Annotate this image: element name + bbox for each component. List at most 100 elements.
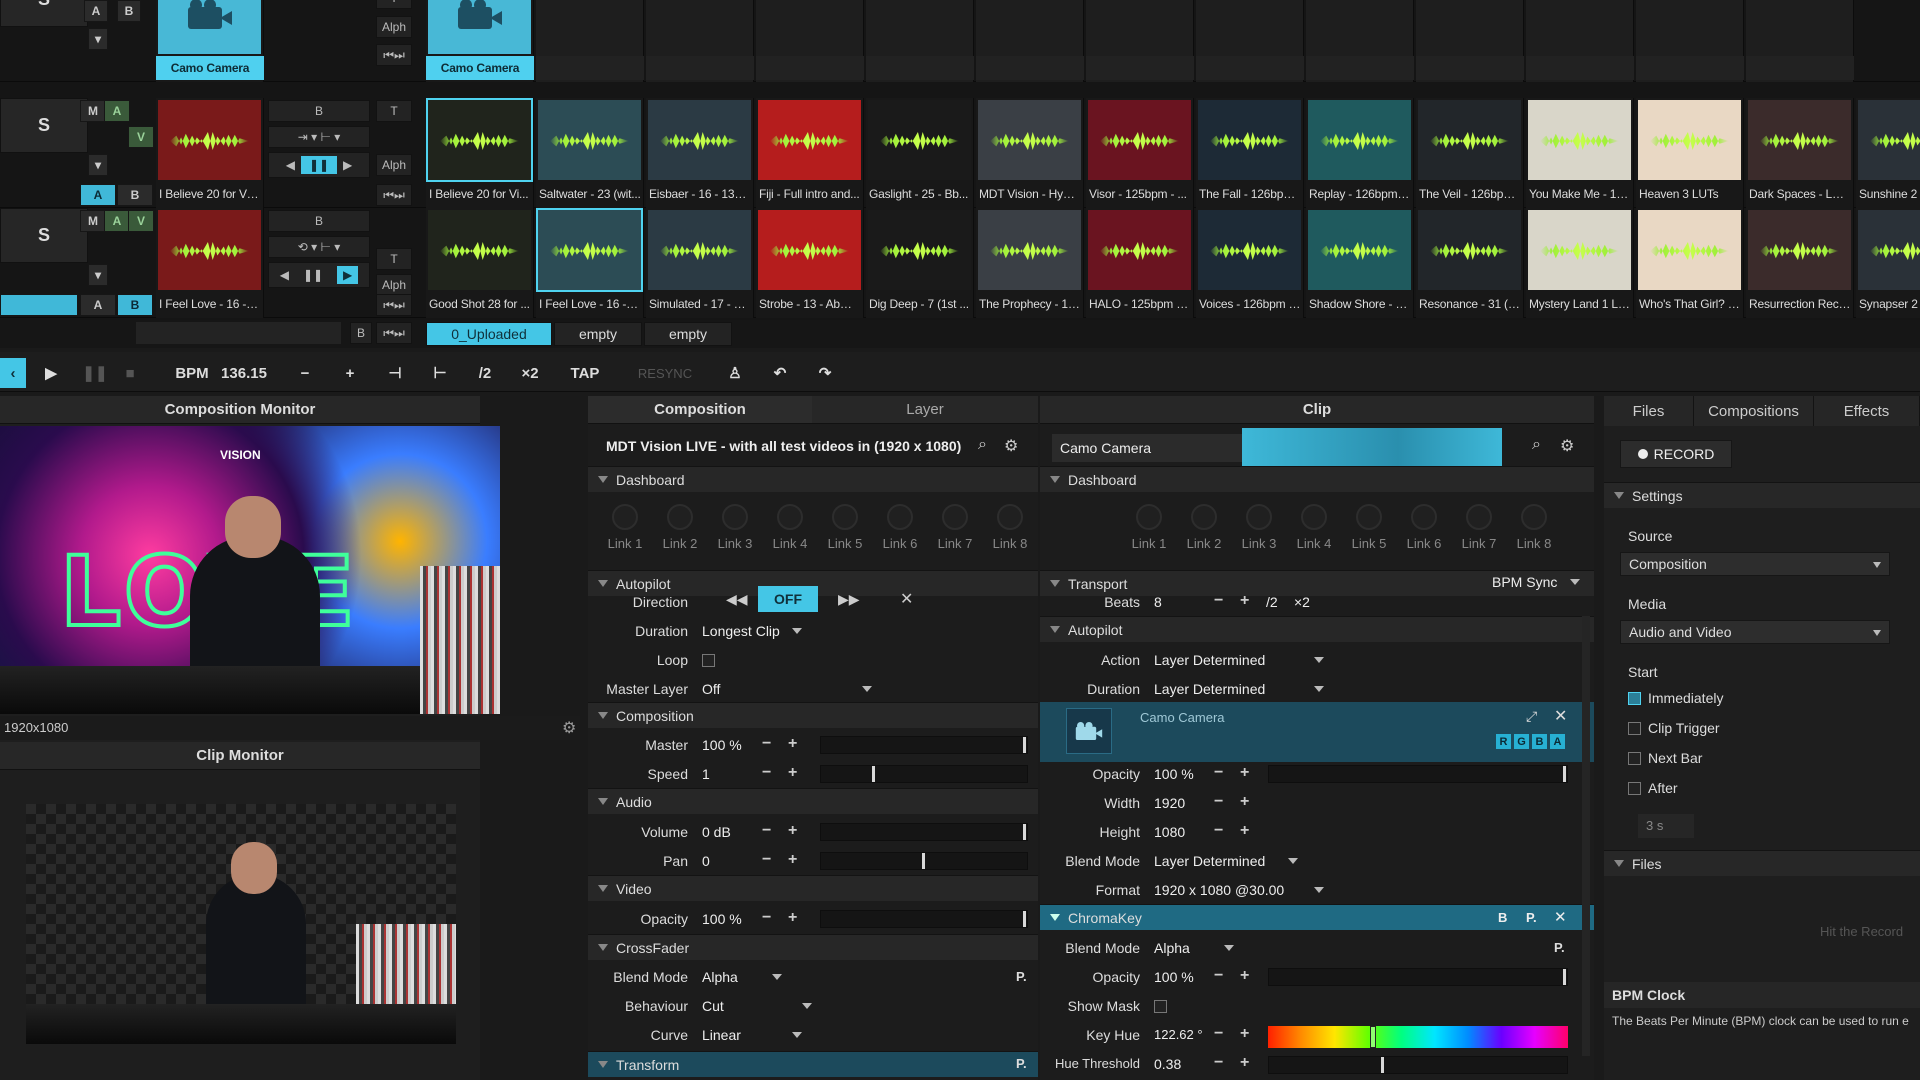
empty-clip-slot[interactable] [1306,0,1414,82]
param-p-button[interactable]: P. [1016,1056,1027,1071]
transition-b[interactable]: B [268,100,370,122]
opacity-value[interactable]: 100 % [1154,766,1194,782]
empty-clip-slot[interactable] [1636,0,1744,82]
speed-value[interactable]: 1 [702,766,710,782]
link-knob[interactable] [1521,504,1547,530]
layer-dropdown[interactable]: ▾ [88,154,108,176]
ck-opacity-minus[interactable]: − [1214,967,1223,985]
volume-slider[interactable] [820,823,1028,841]
resync-button[interactable]: RESYNC [630,358,700,388]
link-knob[interactable] [1246,504,1272,530]
column-b-button[interactable]: B [350,322,372,344]
gear-icon[interactable]: ⚙ [562,718,576,738]
volume-minus[interactable]: − [762,822,771,840]
hue-threshold-plus[interactable]: + [1240,1054,1249,1072]
opacity-plus[interactable]: + [788,909,797,927]
opacity-value[interactable]: 100 % [702,911,742,927]
volume-plus[interactable]: + [788,822,797,840]
height-minus[interactable]: − [1214,822,1223,840]
empty-clip-slot[interactable] [646,0,754,82]
empty-clip-slot[interactable] [1086,0,1194,82]
empty-clip-slot[interactable] [536,0,644,82]
clip-slot[interactable]: Resurrection Reca... [1746,208,1854,318]
action-dropdown[interactable]: Layer Determined [1154,652,1324,668]
play-controls[interactable]: ◀ ❚❚ ▶ [268,262,370,288]
close-icon[interactable]: ✕ [1554,706,1567,726]
key-hue-value[interactable]: 122.62 ° [1154,1027,1203,1042]
slider-handle[interactable] [1023,737,1026,753]
audio-toggle[interactable]: A [104,210,130,232]
pan-minus[interactable]: − [762,851,771,869]
ab-a[interactable]: A [80,184,116,206]
direction-controls[interactable]: ⇥ ▾ ⊢ ▾ [268,126,370,148]
section-dashboard[interactable]: Dashboard [588,466,1038,492]
ab-a[interactable]: A [80,294,116,316]
height-value[interactable]: 1080 [1154,824,1185,840]
link-knob[interactable] [612,504,638,530]
ck-blend-dropdown[interactable]: Alpha [1154,940,1234,956]
curve-dropdown[interactable]: Linear [702,1027,802,1043]
pause-icon[interactable]: ❚❚ [80,358,110,388]
pan-value[interactable]: 0 [702,853,710,869]
duration-dropdown[interactable]: Layer Determined [1154,681,1324,697]
source-dropdown[interactable]: Composition [1620,552,1890,576]
clip-slot[interactable]: Dark Spaces - LUT... [1746,98,1854,208]
empty-clip-slot[interactable] [976,0,1084,82]
pan-slider[interactable] [820,852,1028,870]
clip-slot[interactable]: Resonance - 31 (Fi... [1416,208,1524,318]
duration-dropdown[interactable]: Longest Clip [702,623,802,639]
section-crossfader[interactable]: CrossFader [588,934,1038,960]
group-tab[interactable]: empty [554,322,642,346]
master-layer-dropdown[interactable]: Off [702,681,872,697]
gear-icon[interactable]: ⚙ [1004,436,1018,456]
section-settings[interactable]: Settings [1604,482,1920,508]
clip-slot[interactable]: Visor - 125bpm - ... [1086,98,1194,208]
ab-b[interactable]: B [117,184,153,206]
empty-clip-slot[interactable] [1416,0,1524,82]
ck-opacity-plus[interactable]: + [1240,967,1249,985]
media-dropdown[interactable]: Audio and Video [1620,620,1890,644]
channel-a[interactable]: A [1550,734,1565,749]
bpm-plus-button[interactable]: + [335,358,365,388]
ck-opacity-value[interactable]: 100 % [1154,969,1194,985]
param-p-button[interactable]: P. [1554,940,1565,955]
redo-icon[interactable]: ↷ [810,358,840,388]
solo-button[interactable]: S [0,98,88,153]
link-knob[interactable] [777,504,803,530]
audio-toggle[interactable]: A [104,100,130,122]
blend-mode-dropdown[interactable]: Alpha [702,969,782,985]
clip-slot[interactable]: Gaslight - 25 - Bb... [866,98,974,208]
rewind-icon[interactable]: ◀◀ [726,591,748,608]
slider-handle[interactable] [922,853,925,869]
width-value[interactable]: 1920 [1154,795,1185,811]
speed-minus[interactable]: − [762,764,771,782]
clip-slot[interactable]: The Veil - 126bpm... [1416,98,1524,208]
start-option-checkbox[interactable] [1628,782,1641,795]
clip-slot[interactable]: Camo Camera [426,0,534,82]
section-transform[interactable]: Transform [588,1051,1038,1077]
link-knob[interactable] [722,504,748,530]
section-composition[interactable]: Composition [588,702,1038,728]
clip-slot[interactable]: Replay - 126bpm -... [1306,98,1414,208]
link-knob[interactable] [667,504,693,530]
speed-plus[interactable]: + [788,764,797,782]
link-knob[interactable] [1301,504,1327,530]
bypass-button[interactable]: B [1498,910,1507,925]
bpm-minus-button[interactable]: − [290,358,320,388]
empty-clip-slot[interactable] [1526,0,1634,82]
section-autopilot[interactable]: Autopilot [1040,616,1594,642]
bpm-sync-dropdown[interactable]: BPM Sync [1492,574,1580,590]
link-knob[interactable] [1191,504,1217,530]
link-knob[interactable] [1136,504,1162,530]
slider-handle[interactable] [1370,1026,1376,1048]
slider-handle[interactable] [1381,1057,1384,1073]
slider-handle[interactable] [1023,911,1026,927]
beats-value[interactable]: 8 [1154,594,1162,610]
direction-controls[interactable]: ⟲ ▾ ⊢ ▾ [268,236,370,258]
t-button[interactable]: T [376,0,412,9]
video-toggle[interactable]: V [128,126,154,148]
width-minus[interactable]: − [1214,793,1223,811]
layer-dropdown[interactable]: ▾ [88,28,108,50]
ab-b[interactable]: B [117,0,141,22]
slider-handle[interactable] [872,766,875,782]
